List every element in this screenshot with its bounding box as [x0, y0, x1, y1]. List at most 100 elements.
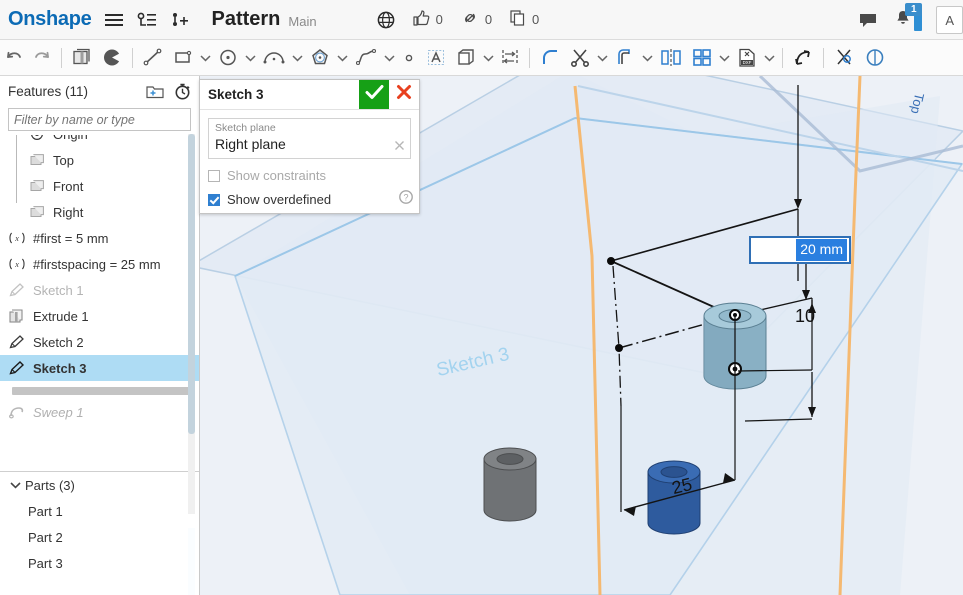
show-overdefined-checkbox[interactable]	[208, 193, 220, 206]
line-icon[interactable]	[138, 43, 168, 73]
tree-item-top[interactable]: Top	[0, 147, 199, 173]
text-icon[interactable]	[421, 43, 451, 73]
spline-icon[interactable]	[350, 43, 382, 73]
parts-scrollbar[interactable]	[188, 528, 195, 595]
sketch-point[interactable]	[607, 257, 615, 265]
tree-item-label: Right	[53, 204, 84, 220]
account-button[interactable]: A	[936, 6, 963, 34]
links-counter[interactable]: 0	[461, 11, 492, 28]
display-icon[interactable]	[859, 43, 889, 73]
part-label: Part 2	[28, 529, 63, 545]
measure-icon[interactable]	[829, 43, 859, 73]
polygon-dropdown-chevron-down-icon[interactable]	[335, 43, 350, 73]
copy-icon	[510, 10, 526, 29]
undo-button[interactable]	[0, 43, 28, 73]
transform-arrow-icon[interactable]	[788, 43, 818, 73]
clear-x-icon[interactable]	[394, 139, 405, 154]
dxf-dropdown-chevron-down-icon[interactable]	[762, 43, 777, 73]
sketch-planes-icon[interactable]	[67, 43, 97, 73]
tree-item-sketch-3[interactable]: Sketch 3	[0, 355, 199, 381]
hamburger-icon[interactable]	[105, 13, 124, 27]
onshape-app-window: Onshape Pattern Main 0 0 0 1 A DXF Featu…	[0, 0, 963, 595]
pattern-dropdown-chevron-down-icon[interactable]	[717, 43, 732, 73]
spline-dropdown-chevron-down-icon[interactable]	[382, 43, 397, 73]
copies-counter[interactable]: 0	[510, 10, 539, 29]
tree-item-sketch-1[interactable]: Sketch 1	[0, 277, 199, 303]
feature-tree-list: Origin Top	[0, 135, 199, 465]
parts-section-header[interactable]: Parts (3)	[0, 472, 199, 498]
arc-icon[interactable]	[258, 43, 290, 73]
history-clock-icon[interactable]	[174, 83, 191, 100]
part-list-item[interactable]: Part 3	[0, 550, 199, 576]
show-constraints-label: Show constraints	[227, 168, 326, 183]
add-branch-icon[interactable]	[171, 12, 189, 28]
svg-text:x: x	[14, 234, 19, 243]
sketch-plane-field-value: Right plane	[215, 136, 286, 152]
workspace-name[interactable]: Main	[288, 14, 316, 29]
dxf-file-icon[interactable]: DXF	[732, 43, 762, 73]
notifications-button[interactable]: 1	[894, 2, 923, 32]
circle-icon[interactable]	[213, 43, 243, 73]
part-cylinder-grey[interactable]	[483, 447, 537, 522]
tree-item-variable-firstspacing[interactable]: x #firstspacing = 25 mm	[0, 251, 199, 277]
sketch-icon	[8, 283, 26, 297]
show-overdefined-row[interactable]: Show overdefined	[208, 192, 411, 207]
tree-item-sketch-2[interactable]: Sketch 2	[0, 329, 199, 355]
separator-2	[132, 47, 133, 68]
mirror-icon[interactable]	[655, 43, 687, 73]
likes-counter[interactable]: 0	[412, 10, 443, 29]
tree-item-right[interactable]: Right	[0, 199, 199, 225]
redo-button[interactable]	[28, 43, 56, 73]
sketch-dialog-body: Sketch plane Right plane Show constraint…	[200, 110, 419, 213]
tree-item-sweep-1[interactable]: Sweep 1	[0, 399, 199, 425]
fillet-arc-icon[interactable]	[535, 43, 565, 73]
polygon-icon[interactable]	[305, 43, 335, 73]
globe-icon[interactable]	[377, 11, 395, 29]
dimension-input-value[interactable]: 20 mm	[796, 239, 847, 261]
arc-dropdown-chevron-down-icon[interactable]	[290, 43, 305, 73]
sketch-plane-field[interactable]: Sketch plane Right plane	[208, 118, 411, 159]
dimension-value-input[interactable]: 20 mm	[749, 236, 851, 264]
plane-box-icon[interactable]	[451, 43, 481, 73]
sketch-point[interactable]	[615, 344, 623, 352]
plane-dropdown-chevron-down-icon[interactable]	[481, 43, 496, 73]
part-cylinder-dark-blue[interactable]	[647, 460, 701, 535]
part-list-item[interactable]: Part 2	[0, 524, 199, 550]
tree-item-origin[interactable]: Origin	[0, 135, 199, 147]
dimension-icon[interactable]	[496, 43, 524, 73]
trim-dropdown-chevron-down-icon[interactable]	[595, 43, 610, 73]
accept-button[interactable]	[359, 80, 389, 109]
scissors-icon[interactable]	[565, 43, 595, 73]
offset-dropdown-chevron-down-icon[interactable]	[640, 43, 655, 73]
copies-count: 0	[532, 12, 540, 27]
scrollbar-thumb[interactable]	[188, 134, 195, 434]
tree-item-front[interactable]: Front	[0, 173, 199, 199]
chevron-down-icon[interactable]	[8, 481, 22, 489]
part-list-item[interactable]: Part 1	[0, 498, 199, 524]
pattern-grid-icon[interactable]	[687, 43, 717, 73]
point-icon[interactable]	[397, 43, 421, 73]
version-graph-icon[interactable]	[137, 12, 157, 28]
show-constraints-checkbox[interactable]	[208, 169, 220, 182]
document-title[interactable]: Pattern	[211, 8, 280, 31]
cancel-button[interactable]	[389, 80, 419, 109]
new-folder-icon[interactable]	[146, 84, 164, 99]
filter-input[interactable]	[9, 109, 190, 130]
feature-tree-scroll-content: Origin Top	[0, 135, 199, 425]
circle-dropdown-chevron-down-icon[interactable]	[243, 43, 258, 73]
tree-item-extrude-1[interactable]: Extrude 1	[0, 303, 199, 329]
rectangle-icon[interactable]	[168, 43, 198, 73]
thumbs-up-icon	[412, 10, 430, 29]
plane-icon	[28, 179, 46, 193]
show-constraints-row[interactable]: Show constraints	[208, 168, 411, 183]
tree-item-variable-first[interactable]: x #first = 5 mm	[0, 225, 199, 251]
comment-icon[interactable]	[858, 12, 878, 29]
feature-tree-scrollbar[interactable]	[188, 134, 195, 514]
rectangle-dropdown-chevron-down-icon[interactable]	[198, 43, 213, 73]
extrude-icon[interactable]	[97, 43, 127, 73]
onshape-logo[interactable]: Onshape	[8, 8, 92, 31]
rollback-bar[interactable]	[12, 387, 189, 395]
filter-input-wrapper[interactable]	[8, 108, 191, 131]
offset-icon[interactable]	[610, 43, 640, 73]
help-circle-icon[interactable]: ?	[399, 190, 413, 209]
